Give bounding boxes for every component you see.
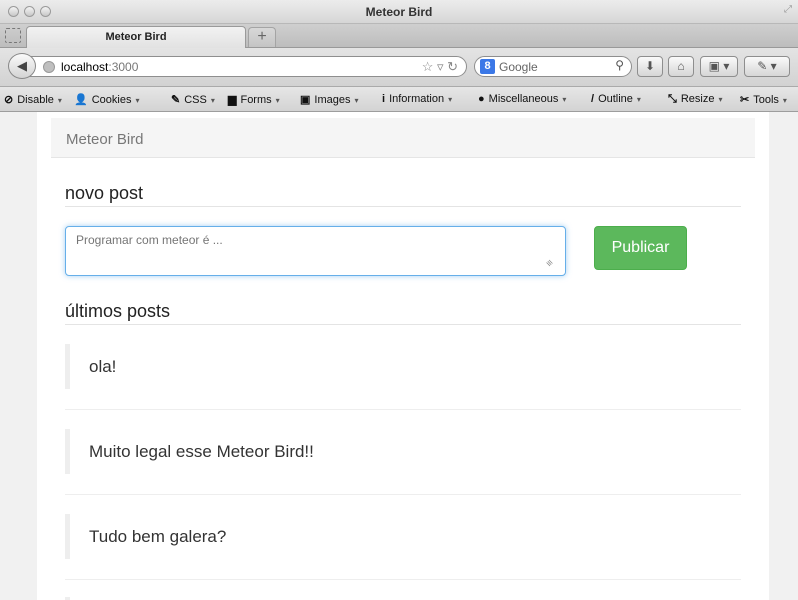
bookmarks-menu-button[interactable]: ▣ ▾ [700, 56, 738, 77]
devbar-label: Miscellaneous [488, 93, 559, 105]
post-text: Muito legal esse Meteor Bird!! [89, 442, 314, 461]
home-icon: ⌂ [677, 59, 685, 73]
publish-button[interactable]: Publicar [594, 226, 687, 270]
downloads-button[interactable]: ⬇ [637, 56, 663, 77]
bookmarks-icon: ▣ ▾ [708, 59, 730, 73]
post-text: ola! [89, 357, 117, 376]
site-identity-icon[interactable] [43, 61, 55, 73]
brush-icon: ✎ [171, 94, 181, 106]
chevron-down-icon: ▾ [354, 96, 359, 105]
devbar-resize[interactable]: ⤡ Resize ▾ [668, 93, 722, 106]
chevron-down-icon: ▾ [636, 95, 641, 104]
chevron-down-icon: ▾ [210, 96, 215, 105]
back-arrow-icon: ◀ [17, 58, 27, 73]
url-host: localhost [61, 60, 109, 74]
brand-link[interactable]: Meteor Bird [66, 131, 144, 148]
devbar-cookies[interactable]: 👤 Cookies ▾ [74, 93, 139, 106]
post-text: Tudo bem galera? [89, 527, 227, 546]
clipboard-icon: ▆ [228, 94, 237, 106]
url-text: localhost:3000 [61, 60, 138, 74]
tab-meteor-bird[interactable]: Meteor Bird [26, 26, 246, 48]
post-input[interactable] [65, 226, 566, 276]
chevron-down-icon: ▾ [135, 96, 140, 105]
tab-label: Meteor Bird [105, 31, 167, 43]
chevron-down-icon: ▾ [562, 95, 567, 104]
devbar-label: Forms [240, 94, 272, 106]
list-item: Tudo bem galera? [65, 495, 741, 580]
window-title: Meteor Bird [365, 5, 433, 19]
devbar-information[interactable]: i Information ▾ [382, 93, 452, 105]
devbar-label: Outline [598, 93, 633, 105]
list-item: Muito legal esse Meteor Bird!! [65, 410, 741, 495]
addon-menu-button[interactable]: ✎ ▾ [744, 56, 790, 77]
divider [65, 206, 741, 207]
devbar-images[interactable]: ▣ Images ▾ [300, 93, 359, 106]
info-icon: i [382, 93, 386, 105]
pencil-icon: / [591, 93, 595, 105]
navigation-bar: localhost:3000 ☆ ▿ ↻ ◀ 8 Google ⚲ ⬇ ⌂ ▣ … [0, 48, 798, 87]
home-button[interactable]: ⌂ [668, 56, 694, 77]
disable-icon: ⊘ [4, 94, 14, 106]
new-post-heading: novo post [65, 183, 144, 203]
person-icon: 👤 [74, 94, 88, 106]
quote-border [65, 514, 70, 559]
bookmark-star-icon[interactable]: ☆ ▿ ↻ [422, 59, 458, 75]
search-icon[interactable]: ⚲ [615, 58, 624, 72]
new-tab-button[interactable]: + [248, 27, 276, 47]
devbar-outline[interactable]: / Outline ▾ [591, 93, 641, 105]
fullscreen-icon[interactable]: ⤢ [784, 4, 792, 15]
devbar-label: Resize [680, 93, 715, 105]
devbar-tools[interactable]: ✂ Tools ▾ [740, 93, 787, 106]
web-developer-toolbar: ⊘ Disable ▾ 👤 Cookies ▾ ✎ CSS ▾ ▆ Forms ▾ ▣ Image… [0, 87, 798, 112]
addon-icon: ✎ ▾ [757, 59, 777, 73]
wrench-icon: ✂ [740, 94, 750, 106]
chevron-down-icon: ▾ [448, 95, 453, 104]
back-button[interactable]: ◀ [8, 53, 36, 79]
page-container: Meteor Bird novo post ≡ Publicar últimos… [37, 112, 769, 600]
navbar: Meteor Bird [51, 118, 755, 158]
devbar-label: Tools [753, 94, 779, 106]
quote-border [65, 429, 70, 474]
devbar-forms[interactable]: ▆ Forms ▾ [228, 93, 280, 106]
search-bar[interactable]: 8 Google ⚲ [474, 56, 632, 77]
image-icon: ▣ [300, 94, 311, 106]
list-item: ola! [65, 325, 741, 410]
search-engine-label: Google [499, 60, 538, 74]
devbar-css[interactable]: ✎ CSS ▾ [171, 93, 215, 106]
address-bar[interactable]: localhost:3000 ☆ ▿ ↻ [30, 56, 467, 77]
devbar-label: Information [389, 93, 445, 105]
devbar-disable[interactable]: ⊘ Disable ▾ [4, 93, 62, 106]
chevron-down-icon: ▾ [275, 96, 280, 105]
devbar-label: Disable [17, 94, 54, 106]
latest-posts-heading: últimos posts [65, 301, 171, 321]
cube-icon: ● [478, 93, 485, 105]
devbar-miscellaneous[interactable]: ● Miscellaneous ▾ [478, 93, 566, 105]
chevron-down-icon: ▾ [782, 96, 787, 105]
devbar-label: Cookies [91, 94, 132, 106]
download-icon: ⬇ [644, 59, 656, 73]
resize-icon: ⤡ [668, 93, 677, 105]
chevron-down-icon: ▾ [57, 96, 62, 105]
chevron-down-icon: ▾ [718, 95, 723, 104]
search-engine-icon[interactable]: 8 [480, 59, 495, 74]
devbar-label: CSS [184, 94, 207, 106]
url-port: :3000 [108, 60, 139, 74]
quote-border [65, 344, 70, 389]
tab-strip: Meteor Bird + [0, 24, 798, 48]
devbar-label: Images [314, 94, 351, 106]
tab-groups-icon[interactable] [5, 28, 21, 43]
window-titlebar: Meteor Bird ⤢ [0, 0, 798, 24]
